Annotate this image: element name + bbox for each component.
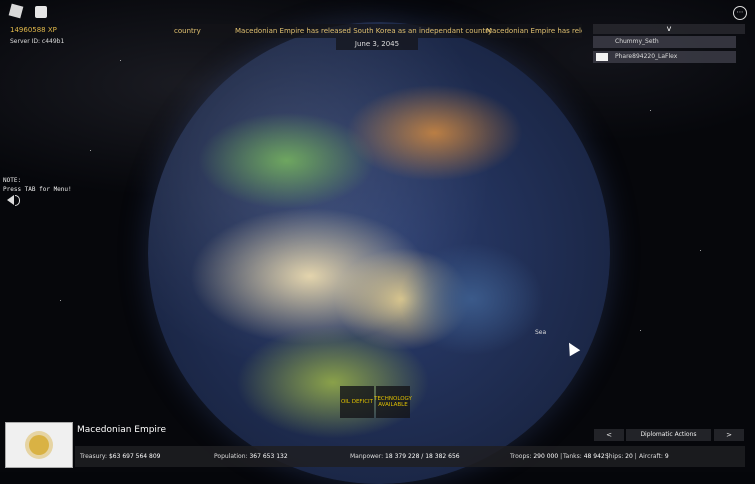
server-id: Server ID: c449b1 [10, 38, 65, 45]
star [120, 60, 121, 61]
player-list-item[interactable]: Chummy_Seth [593, 36, 736, 48]
ships-stat: Ships: 20 | [605, 453, 637, 460]
oil-deficit-alert[interactable]: OIL DEFICIT [340, 386, 374, 418]
help-note: NOTE: Press TAB for Menu! [3, 177, 72, 193]
nation-name: Macedonian Empire [77, 425, 166, 435]
star [650, 110, 651, 111]
speaker-icon[interactable] [7, 195, 14, 205]
treasury-stat: Treasury: $63 697 564 809 [80, 453, 161, 460]
diplomatic-actions-button[interactable]: Diplomatic Actions [626, 429, 711, 441]
nation-flag [5, 422, 73, 468]
diplomacy-prev-button[interactable]: < [594, 429, 624, 441]
tanks-stat: Tanks: 48 942 | [563, 453, 609, 460]
star [700, 250, 701, 251]
vergina-sun-icon [29, 435, 49, 455]
ticker-item: country [174, 27, 201, 35]
nation-stats-bar: Treasury: $63 697 564 809 Population: 36… [75, 446, 745, 467]
news-ticker: country Macedonian Empire has released S… [172, 24, 582, 38]
star [640, 330, 641, 331]
star [60, 300, 61, 301]
technology-available-alert[interactable]: TECHNOLOGY AVAILABLE [374, 386, 412, 418]
xp-counter: 14960588 XP [10, 26, 57, 34]
player-name: Phare894220_LaFlex [615, 53, 678, 60]
player-flag-icon [596, 53, 608, 61]
player-list-item[interactable]: Phare894220_LaFlex [593, 51, 736, 63]
aircraft-stat: Aircraft: 9 [639, 453, 669, 460]
player-list-toggle[interactable]: v [593, 24, 745, 34]
manpower-stat: Manpower: 18 379 228 / 18 382 656 [350, 453, 460, 460]
star [90, 150, 91, 151]
sea-label: Sea [535, 329, 547, 336]
chat-icon[interactable] [35, 6, 47, 18]
more-options-icon[interactable]: ⋯ [733, 6, 747, 20]
troops-stat: Troops: 290 000 | [510, 453, 563, 460]
diplomacy-next-button[interactable]: > [714, 429, 744, 441]
alerts-panel: OIL DEFICIT TECHNOLOGY AVAILABLE [340, 386, 412, 418]
population-stat: Population: 367 653 132 [214, 453, 288, 460]
ticker-item: Macedonian Empire has released South Kor… [235, 27, 493, 35]
game-date: June 3, 2045 [336, 38, 418, 50]
player-name: Chummy_Seth [615, 38, 659, 45]
ticker-item: Macedonian Empire has releasec [486, 27, 582, 35]
